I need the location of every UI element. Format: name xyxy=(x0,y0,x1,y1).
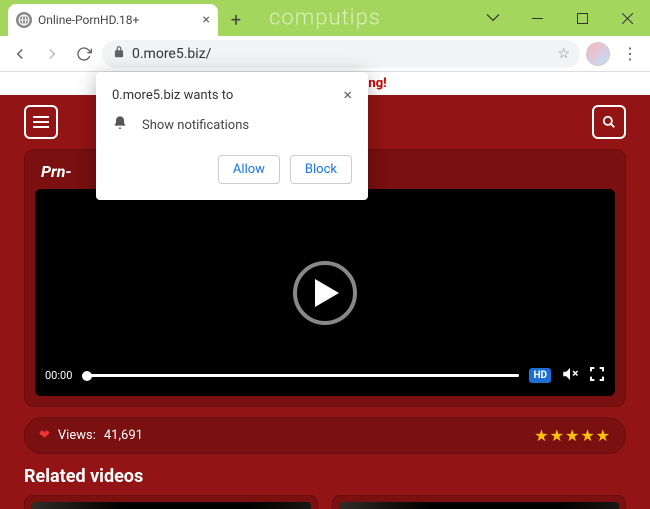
kebab-menu-icon[interactable]: ⋮ xyxy=(616,40,644,68)
video-meta: ❤ Views: 41,691 ★★★★★ xyxy=(24,417,626,454)
permission-request-label: Show notifications xyxy=(142,118,249,133)
notification-permission-popup: 0.more5.biz wants to × Show notification… xyxy=(96,72,368,200)
play-button[interactable] xyxy=(293,261,357,325)
views-count: 41,691 xyxy=(104,428,143,443)
allow-button[interactable]: Allow xyxy=(218,155,280,184)
back-button[interactable] xyxy=(6,40,34,68)
permission-origin: 0.more5.biz wants to xyxy=(112,88,233,103)
heart-icon[interactable]: ❤ xyxy=(39,428,50,443)
related-thumb[interactable] xyxy=(332,495,626,509)
hamburger-menu-icon[interactable] xyxy=(24,105,58,139)
related-thumb[interactable] xyxy=(24,495,318,509)
fullscreen-icon[interactable] xyxy=(589,366,605,385)
related-list xyxy=(24,495,626,509)
close-icon[interactable]: × xyxy=(343,88,352,103)
reload-button[interactable] xyxy=(70,40,98,68)
forward-button[interactable] xyxy=(38,40,66,68)
minimize-button[interactable] xyxy=(515,0,560,36)
search-icon[interactable] xyxy=(592,105,626,139)
views-label: Views: xyxy=(58,428,96,443)
address-bar[interactable]: 0.more5.biz/ ☆ xyxy=(102,40,580,68)
mute-icon[interactable] xyxy=(561,365,579,386)
thumbnail-image xyxy=(339,502,619,509)
window-controls xyxy=(470,0,650,36)
hd-badge[interactable]: HD xyxy=(529,368,551,383)
player-controls: 00:00 HD xyxy=(35,355,615,396)
related-heading: Related videos xyxy=(24,466,626,487)
lock-icon xyxy=(112,45,126,63)
video-player[interactable]: 00:00 HD xyxy=(35,189,615,396)
block-button[interactable]: Block xyxy=(290,155,352,184)
thumbnail-image xyxy=(31,502,311,509)
close-icon[interactable]: × xyxy=(203,12,210,28)
rating-stars[interactable]: ★★★★★ xyxy=(534,426,611,445)
new-tab-button[interactable]: + xyxy=(222,6,250,34)
seek-handle[interactable] xyxy=(82,371,92,381)
toolbar: 0.more5.biz/ ☆ ⋮ xyxy=(0,36,650,72)
url-text: 0.more5.biz/ xyxy=(132,46,551,62)
window-titlebar: Online-PornHD.18+ × + computips xyxy=(0,0,650,36)
globe-icon xyxy=(16,12,32,28)
watermark-text: computips xyxy=(269,6,381,31)
browser-tab[interactable]: Online-PornHD.18+ × xyxy=(8,4,218,36)
bell-icon xyxy=(112,115,128,135)
profile-avatar[interactable] xyxy=(584,40,612,68)
seek-bar[interactable] xyxy=(82,374,519,377)
dropdown-icon[interactable] xyxy=(470,0,515,36)
tab-title: Online-PornHD.18+ xyxy=(38,13,139,27)
maximize-button[interactable] xyxy=(560,0,605,36)
bookmark-star-icon[interactable]: ☆ xyxy=(557,46,570,62)
time-display: 00:00 xyxy=(45,369,72,382)
close-window-button[interactable] xyxy=(605,0,650,36)
